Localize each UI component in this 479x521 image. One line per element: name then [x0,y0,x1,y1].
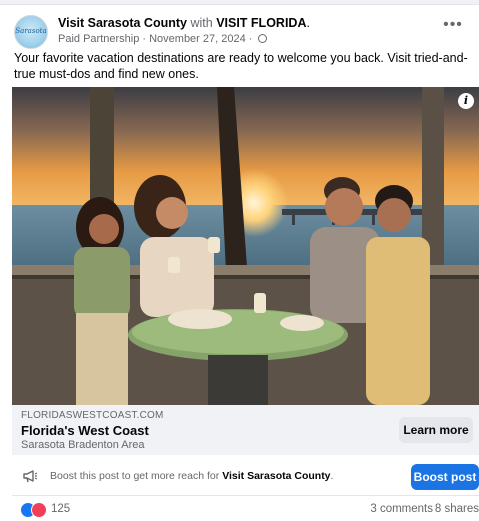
link-domain: FLORIDASWESTCOAST.COM [21,410,164,421]
avatar-logo-text: Sarasota [15,27,47,35]
comments-count[interactable]: 3 comments [370,503,433,515]
more-options-icon[interactable]: ••• [441,17,465,37]
page-name-line: Visit Sarasota County with VISIT FLORIDA… [58,16,310,30]
shares-count[interactable]: 8 shares [435,503,479,515]
reaction-count[interactable]: 125 [51,503,70,515]
partner-name-link[interactable]: VISIT FLORIDA [216,16,306,30]
ad-post-card: Sarasota Visit Sarasota County with VISI… [0,4,479,521]
boost-text-suffix: . [330,470,334,482]
boost-text: Boost this post to get more reach for Vi… [50,470,333,482]
with-text: with [190,16,213,30]
boost-post-button[interactable]: Boost post [411,464,479,490]
post-caption: Your favorite vacation destinations are … [14,51,468,81]
post-stats: 125 3 comments 8 shares [12,499,479,521]
megaphone-icon [23,470,38,483]
link-preview[interactable]: FLORIDASWESTCOAST.COM Florida's West Coa… [12,405,479,455]
ad-photo[interactable]: i [12,87,479,405]
globe-icon [257,34,267,43]
boost-text-prefix: Boost this post to get more reach for [50,470,220,482]
boost-row: Boost this post to get more reach for Vi… [12,457,479,496]
ad-photo-illustration [12,87,479,405]
boost-page-name: Visit Sarasota County [222,470,331,482]
link-title: Florida's West Coast [21,423,149,438]
learn-more-button[interactable]: Learn more [399,417,473,443]
post-meta-text[interactable]: Paid Partnership · November 27, 2024 · [58,33,252,45]
info-icon[interactable]: i [458,93,474,109]
post-meta: Paid Partnership · November 27, 2024 · [58,33,267,45]
page-name-link[interactable]: Visit Sarasota County [58,16,187,30]
post-header: Sarasota Visit Sarasota County with VISI… [14,13,471,49]
partner-name-period: . [306,16,310,30]
link-subtitle: Sarasota Bradenton Area [21,439,145,451]
page-avatar[interactable]: Sarasota [14,15,48,49]
love-reaction-icon[interactable] [31,502,47,518]
